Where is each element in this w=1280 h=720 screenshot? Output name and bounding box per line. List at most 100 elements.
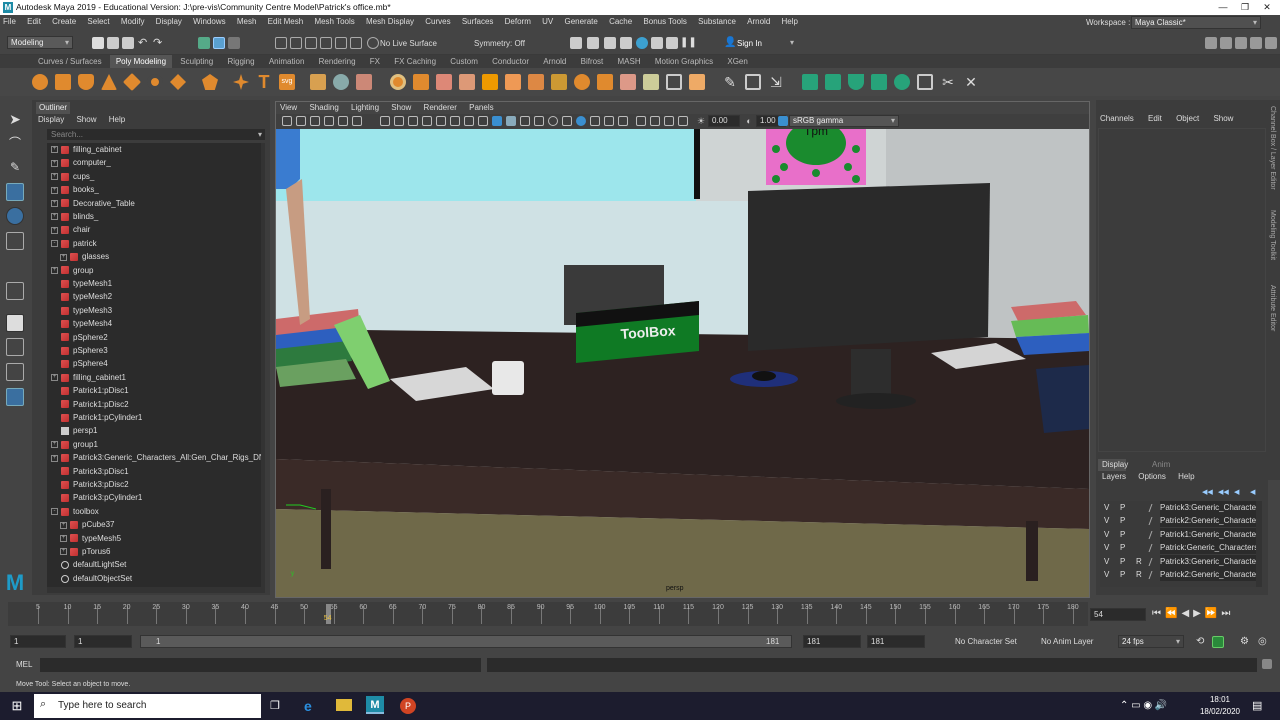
live-surface-label[interactable]: No Live Surface [380,39,437,48]
clock-date[interactable]: 18/02/2020 [1198,707,1242,716]
menu-generate[interactable]: Generate [564,15,597,29]
layer-display-type-toggle[interactable]: R [1136,555,1142,568]
select-tool-icon[interactable]: ➤ [6,110,24,128]
single-perspective-icon[interactable] [6,282,24,300]
layer-color-swatch[interactable] [1148,571,1160,579]
expand-icon[interactable]: + [51,199,58,207]
outliner-item[interactable]: Patrick1:pCylinder1 [51,411,142,424]
layout-outliner-icon[interactable] [6,388,24,406]
snap-curve-icon[interactable] [290,37,302,49]
menu-file[interactable]: File [3,15,16,29]
viewport-menu-lighting[interactable]: Lighting [351,103,379,112]
outliner-item[interactable]: persp1 [51,424,97,437]
channel-box-icon[interactable] [1250,37,1262,49]
color-space-dropdown[interactable]: sRGB gamma [789,115,899,127]
expand-icon[interactable]: + [60,534,67,542]
isolate-select-icon[interactable] [590,116,600,126]
svg-icon[interactable]: svg [279,74,295,90]
viewport-menu-shading[interactable]: Shading [309,103,338,112]
mirror-icon[interactable] [413,74,429,90]
layout-icon[interactable] [917,74,933,90]
shelf-tab-rendering[interactable]: Rendering [313,55,362,68]
go-to-end-icon[interactable]: ⏭ [1221,608,1234,619]
channel-box-menu-edit[interactable]: Edit [1148,114,1162,123]
edge-browser-icon[interactable]: e [304,698,312,714]
layer-menu-help[interactable]: Help [1178,472,1194,481]
auto-key-icon[interactable] [1212,636,1224,648]
notifications-icon[interactable]: ▤ [1252,699,1262,712]
shelf-tab-curves-surfaces[interactable]: Curves / Surfaces [32,55,108,68]
poly-cube-icon[interactable] [55,74,71,90]
extrude-icon[interactable] [436,74,452,90]
viewport-menu-show[interactable]: Show [391,103,411,112]
move-layer-down-icon[interactable]: ◀◀ [1218,488,1229,496]
xray-active-icon[interactable] [618,116,628,126]
snap-surface-icon[interactable] [335,37,347,49]
new-scene-icon[interactable] [92,37,104,49]
outliner-item[interactable]: + filling_cabinet1 [51,371,126,384]
layer-menu-layers[interactable]: Layers [1102,472,1126,481]
grease-pencil-icon[interactable] [352,116,362,126]
smooth-icon[interactable] [356,74,372,90]
channel-box-menu-show[interactable]: Show [1213,114,1233,123]
outliner-item[interactable]: + pTorus6 [60,545,110,558]
workspace-dropdown[interactable]: Maya Classic* [1131,16,1261,29]
collapse-icon[interactable] [643,74,659,90]
maya-taskbar-icon[interactable]: M [366,696,384,714]
redo-icon[interactable]: ↷ [153,37,165,49]
layer-color-swatch[interactable] [1148,530,1160,539]
animation-end-field[interactable]: 181 [867,635,925,648]
outliner-item[interactable]: typeMesh2 [51,290,112,303]
outliner-item[interactable]: + glasses [60,250,109,263]
render-view-icon[interactable] [587,37,599,49]
unfold-icon[interactable] [894,74,910,90]
expand-icon[interactable]: + [51,266,58,274]
shelf-tab-mash[interactable]: MASH [612,55,647,68]
layer-row[interactable]: VPR Patrick2:Generic_Characters_ [1100,568,1256,581]
ambient-occlusion-icon[interactable] [562,116,572,126]
user-icon[interactable]: 👤 [724,37,736,49]
play-icon[interactable]: ▶ [1193,608,1205,619]
outliner-item[interactable]: + typeMesh5 [60,532,121,545]
go-to-start-icon[interactable]: ⏮ [1152,608,1165,619]
connect-icon[interactable]: ⇲ [768,74,784,90]
outliner-item[interactable]: + group [51,264,93,277]
step-back-key-icon[interactable]: ⏪ [1165,608,1181,619]
expand-icon[interactable]: + [51,441,58,449]
xray-joints-icon[interactable] [604,116,614,126]
pause-icon[interactable]: ❚❚ [680,37,697,49]
outliner-search-input[interactable]: Search... [47,129,265,140]
menu-create[interactable]: Create [52,15,76,29]
save-scene-icon[interactable] [122,37,134,49]
target-weld-icon[interactable] [689,74,705,90]
platonic-solid-icon[interactable] [202,74,218,90]
layer-color-swatch[interactable] [1148,504,1160,512]
mel-label[interactable]: MEL [16,660,32,669]
outliner-item[interactable]: typeMesh3 [51,304,112,317]
menu-mesh-tools[interactable]: Mesh Tools [314,15,354,29]
attribute-editor-icon[interactable] [1220,37,1232,49]
outliner-item[interactable]: + books_ [51,183,99,196]
menu-mesh[interactable]: Mesh [237,15,257,29]
layer-playback-toggle[interactable]: P [1120,514,1125,527]
poly-cone-icon[interactable] [101,74,117,90]
layer-playback-toggle[interactable]: P [1120,555,1125,568]
layer-visibility-toggle[interactable]: V [1104,555,1109,568]
menu-windows[interactable]: Windows [193,15,225,29]
collapse-icon[interactable]: - [51,508,58,516]
outliner-scrollbar[interactable] [261,143,265,587]
layer-playback-toggle[interactable]: P [1120,541,1125,554]
outliner-item[interactable]: Patrick3:pDisc1 [51,465,129,478]
file-explorer-icon[interactable] [336,699,352,711]
snap-point-icon[interactable] [305,37,317,49]
snap-view-icon[interactable] [320,37,332,49]
layer-tab-display[interactable]: Display [1098,459,1128,471]
command-input[interactable] [40,658,481,672]
render-setup-icon[interactable] [666,37,678,49]
powerpoint-icon[interactable]: P [400,698,416,714]
menu-bonus-tools[interactable]: Bonus Tools [643,15,686,29]
range-bar[interactable]: 1 181 [140,635,792,648]
rotate-tool-icon[interactable] [6,207,24,225]
shelf-tab-rigging[interactable]: Rigging [221,55,260,68]
wireframe-icon[interactable] [478,116,488,126]
